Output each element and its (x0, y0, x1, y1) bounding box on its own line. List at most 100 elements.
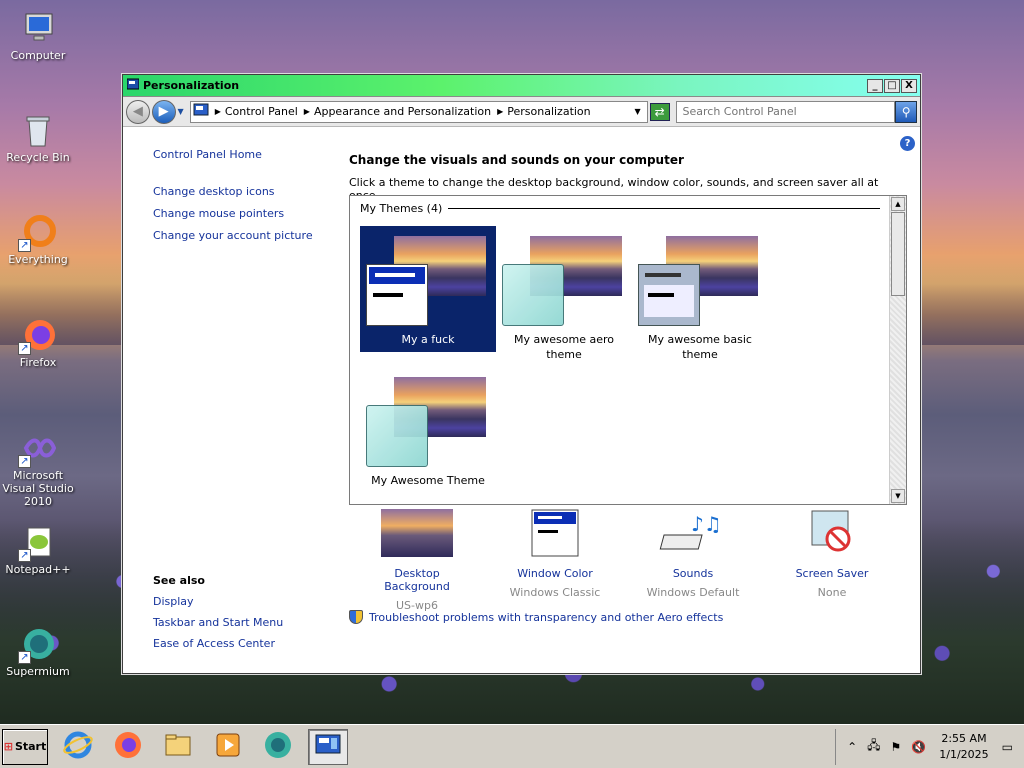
svg-text:♪♫: ♪♫ (691, 512, 722, 536)
desktop-icon-visual-studio[interactable]: ↗ Microsoft Visual Studio 2010 (2, 430, 74, 508)
breadcrumb-separator-icon[interactable]: ▶ (497, 107, 503, 116)
theme-group-header: My Themes (4) (360, 202, 880, 215)
main-pane: Change the visuals and sounds on your co… (349, 153, 907, 624)
theme-list-scrollbar[interactable]: ▲ ▼ (889, 196, 906, 504)
theme-item[interactable]: My a fuck (360, 226, 496, 352)
shortcut-arrow-icon: ↗ (18, 342, 31, 355)
action-center-flag-icon[interactable]: ⚑ (891, 740, 902, 754)
supermium-icon (263, 730, 293, 763)
desktop-icon-recycle-bin[interactable]: Recycle Bin (2, 112, 74, 164)
theme-item[interactable]: My awesome basic theme (632, 226, 768, 361)
theme-item[interactable]: My Awesome Theme (360, 367, 496, 493)
back-button[interactable]: ◀ (126, 99, 150, 124)
desktop-icon-computer[interactable]: Computer (2, 10, 74, 62)
window-preview-aero (502, 264, 564, 326)
search-input[interactable] (675, 100, 896, 123)
desktop-icon-label: Notepad++ (5, 563, 71, 576)
title-bar[interactable]: Personalization _ □ X (123, 75, 920, 97)
desktop-icon-label: Supermium (6, 665, 70, 678)
see-also-heading: See also (153, 574, 205, 587)
theme-settings-row: Desktop Background US-wp6 Window Color W… (367, 509, 887, 612)
window-color-value: Windows Classic (509, 586, 601, 599)
shortcut-arrow-icon: ↗ (18, 549, 31, 562)
clock-time: 2:55 AM (941, 731, 987, 745)
uac-shield-icon (349, 610, 363, 624)
maximize-button[interactable]: □ (884, 78, 900, 93)
change-account-picture-link[interactable]: Change your account picture (153, 229, 323, 242)
change-desktop-icons-link[interactable]: Change desktop icons (153, 185, 323, 198)
forward-button[interactable]: ▶ (151, 99, 176, 124)
window-preview-aero (366, 405, 428, 467)
search-button[interactable]: ⚲ (895, 100, 917, 123)
firefox-icon (113, 730, 143, 763)
screen-saver-label: Screen Saver (795, 567, 869, 580)
breadcrumb-separator-icon[interactable]: ▶ (215, 107, 221, 116)
refresh-button[interactable]: ⇄ (649, 102, 670, 121)
window-color-icon (519, 509, 591, 557)
minimize-button[interactable]: _ (867, 78, 883, 93)
shortcut-arrow-icon: ↗ (18, 651, 31, 664)
window-color-item[interactable]: Window Color Windows Classic (500, 509, 610, 599)
theme-list: My Themes (4) My a fuck My awesome aero … (349, 195, 907, 505)
desktop-icon-everything[interactable]: ↗ Everything (2, 214, 74, 266)
display-link[interactable]: Display (153, 595, 283, 608)
breadcrumb-appearance[interactable]: Appearance and Personalization (314, 105, 491, 118)
theme-group-label: My Themes (4) (360, 202, 443, 215)
taskbar: ⊞ Start ⌃ 🖧 ⚑ 🔇 2:55 AM 1/1/2025 ▭ (0, 724, 1024, 768)
show-desktop-icon[interactable]: ▭ (1002, 740, 1013, 754)
internet-explorer-icon (63, 730, 93, 763)
troubleshoot-link[interactable]: Troubleshoot problems with transparency … (349, 610, 723, 624)
address-bar[interactable]: ▶ Control Panel ▶ Appearance and Persona… (189, 100, 648, 123)
control-panel-home-link[interactable]: Control Panel Home (153, 148, 323, 161)
scroll-up-icon[interactable]: ▲ (891, 197, 905, 211)
clock[interactable]: 2:55 AM 1/1/2025 (939, 731, 988, 763)
desktop-icon-label: Microsoft Visual Studio 2010 (2, 469, 74, 508)
help-icon[interactable]: ? (900, 136, 915, 151)
recent-pages-dropdown[interactable]: ▼ (178, 107, 184, 116)
desktop-icon-label: Computer (10, 49, 66, 62)
theme-name: My awesome basic theme (647, 333, 752, 361)
start-button[interactable]: ⊞ Start (2, 728, 48, 765)
desktop-background-item[interactable]: Desktop Background US-wp6 (362, 509, 472, 612)
desktop-icon-supermium[interactable]: ↗ Supermium (2, 626, 74, 678)
taskbar-control-panel[interactable] (308, 728, 348, 765)
desktop-icon-notepadpp[interactable]: ↗ Notepad++ (2, 524, 74, 576)
breadcrumb-separator-icon[interactable]: ▶ (304, 107, 310, 116)
taskbar-internet-explorer[interactable] (58, 729, 98, 765)
network-icon[interactable]: 🖧 (867, 736, 880, 757)
breadcrumb-control-panel[interactable]: Control Panel (225, 105, 298, 118)
folder-icon (163, 730, 193, 763)
change-mouse-pointers-link[interactable]: Change mouse pointers (153, 207, 323, 220)
window-app-icon (126, 78, 140, 93)
address-dropdown-icon[interactable]: ▼ (635, 107, 641, 116)
see-also-section: See also Display Taskbar and Start Menu … (153, 574, 283, 658)
notepadpp-icon: ↗ (18, 524, 56, 562)
sounds-icon: ♪♫ (657, 509, 729, 557)
taskbar-start-menu-link[interactable]: Taskbar and Start Menu (153, 616, 283, 629)
screen-saver-item[interactable]: Screen Saver None (777, 509, 887, 599)
theme-name: My Awesome Theme (371, 474, 485, 487)
close-button[interactable]: X (901, 78, 917, 93)
window-color-label: Window Color (517, 567, 593, 580)
breadcrumb-personalization[interactable]: Personalization (507, 105, 590, 118)
volume-muted-icon[interactable]: 🔇 (911, 740, 926, 754)
taskbar-firefox[interactable] (108, 729, 148, 765)
desktop-icon-label: Everything (8, 253, 68, 266)
sounds-value: Windows Default (646, 586, 740, 599)
taskbar-file-explorer[interactable] (158, 729, 198, 765)
task-pane: Control Panel Home Change desktop icons … (153, 148, 323, 251)
scroll-down-icon[interactable]: ▼ (891, 489, 905, 503)
taskbar-media-player[interactable] (208, 729, 248, 765)
desktop-icon-firefox[interactable]: ↗ Firefox (2, 317, 74, 369)
theme-item[interactable]: My awesome aero theme (496, 226, 632, 361)
taskbar-supermium[interactable] (258, 729, 298, 765)
ease-of-access-link[interactable]: Ease of Access Center (153, 637, 283, 650)
window-preview-classic (366, 264, 428, 326)
desktop-icon-label: Recycle Bin (6, 151, 70, 164)
sounds-item[interactable]: ♪♫ Sounds Windows Default (638, 509, 748, 599)
window-title: Personalization (143, 79, 240, 92)
supermium-icon: ↗ (18, 626, 56, 664)
scroll-thumb[interactable] (891, 212, 905, 296)
theme-name: My awesome aero theme (514, 333, 614, 361)
show-hidden-icons-icon[interactable]: ⌃ (847, 740, 857, 754)
